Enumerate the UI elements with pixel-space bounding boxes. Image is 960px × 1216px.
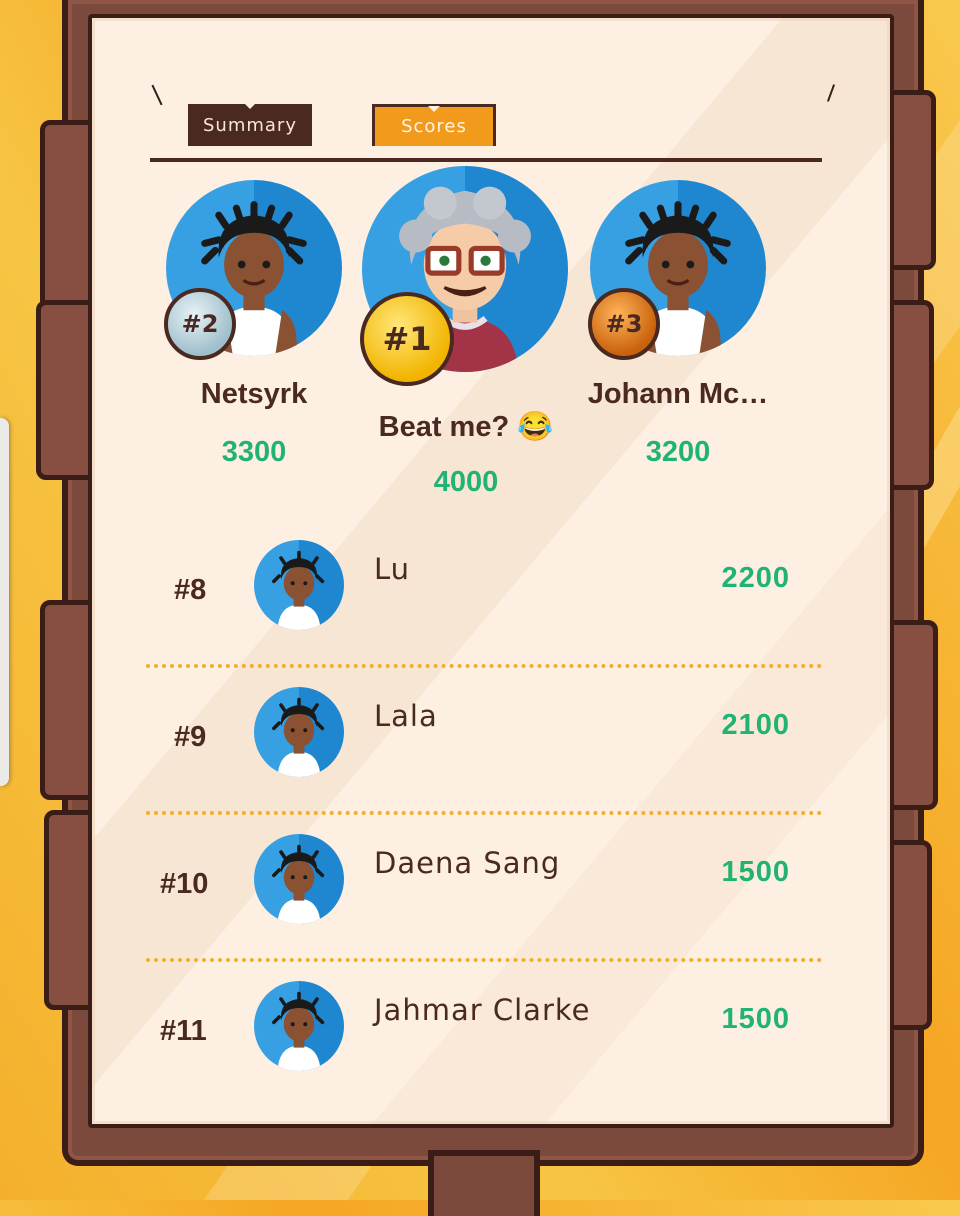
player-avatar[interactable]: [254, 981, 344, 1071]
tab-summary-label: Summary: [203, 114, 297, 136]
gold-medal-icon: #1: [360, 292, 454, 386]
list-item[interactable]: #8 Lu 2200: [146, 540, 822, 660]
list-item[interactable]: #11 Jahmar Clarke 1500: [146, 981, 822, 1101]
player-name: Jahmar Clarke: [374, 993, 591, 1027]
podium-score-1: 4000: [433, 466, 499, 498]
player-avatar[interactable]: [254, 687, 344, 777]
player-score: 1500: [721, 1003, 790, 1035]
podium-score-2: 3300: [221, 436, 287, 468]
player-name: Daena Sang: [374, 846, 561, 880]
bronze-medal-icon: #3: [588, 288, 660, 360]
podium-score-3: 3200: [645, 436, 711, 468]
side-edge-tab[interactable]: [0, 418, 9, 786]
podium-name-2: Netsyrk: [200, 378, 308, 410]
player-score: 2100: [721, 709, 790, 741]
tab-scores-label: Scores: [401, 116, 467, 137]
player-avatar[interactable]: [254, 834, 344, 924]
tab-underline: [150, 158, 822, 162]
player-score: 2200: [721, 562, 790, 594]
sign-post: [428, 1150, 540, 1216]
tab-notch: [244, 103, 256, 109]
girl-avatar-icon: [272, 550, 325, 630]
paper-crack: [826, 84, 836, 102]
list-item[interactable]: #9 Lala 2100: [146, 687, 822, 807]
paper-crack: [151, 84, 163, 106]
tab-notch: [428, 106, 440, 112]
rank-label: #8: [174, 574, 207, 606]
podium-name-3: Johann Mc…: [587, 378, 769, 410]
girl-avatar-icon: [272, 844, 325, 924]
silver-medal-icon: #2: [164, 288, 236, 360]
player-name: Lu: [374, 552, 411, 586]
rank-label: #9: [174, 721, 207, 753]
player-name: Lala: [374, 699, 438, 733]
row-divider: [146, 664, 822, 668]
list-item[interactable]: #10 Daena Sang 1500: [146, 834, 822, 954]
tab-bar: Summary Scores: [150, 103, 822, 162]
row-divider: [146, 958, 822, 962]
player-score: 1500: [721, 856, 790, 888]
row-divider: [146, 811, 822, 815]
rank-label: #11: [160, 1015, 207, 1047]
podium-rank-3: #3: [605, 310, 643, 338]
rank-label: #10: [160, 868, 209, 900]
podium-name-1: Beat me? 😂: [378, 411, 554, 443]
player-avatar[interactable]: [254, 540, 344, 630]
scoreboard-panel: Summary Scores #2 Netsyrk 3300 #1 Beat m…: [88, 14, 894, 1128]
podium-rank-2: #2: [181, 310, 219, 338]
tab-summary[interactable]: Summary: [188, 103, 312, 146]
girl-avatar-icon: [272, 697, 325, 777]
girl-avatar-icon: [272, 991, 325, 1071]
tab-scores[interactable]: Scores: [372, 104, 496, 146]
podium-rank-1: #1: [382, 320, 432, 358]
